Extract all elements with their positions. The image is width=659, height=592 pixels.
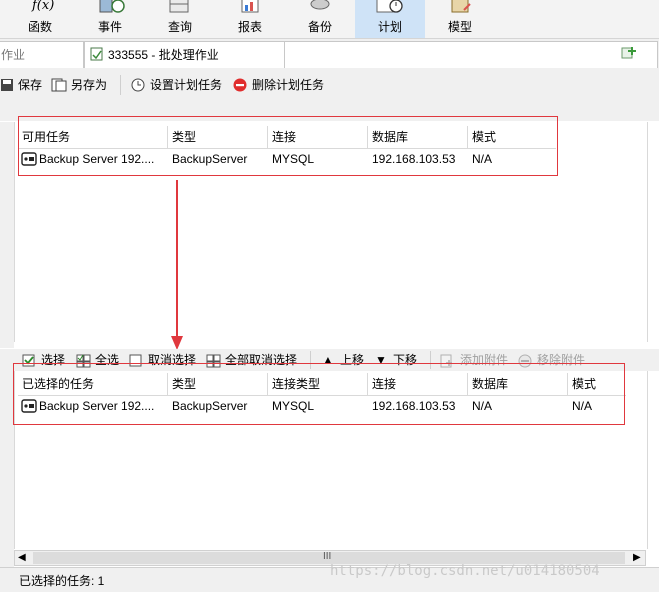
annotation-box-available (18, 116, 558, 176)
scroll-left-icon[interactable]: ◀ (18, 552, 26, 563)
left-gutter (0, 122, 14, 348)
save-label: 保存 (18, 78, 43, 92)
tab-job[interactable]: 作业 (0, 41, 84, 68)
ribbon-button-backup[interactable]: 备份 (290, 0, 350, 38)
ribbon-label: 函数 (27, 20, 52, 34)
ribbon-button-report[interactable]: 报表 (220, 0, 280, 38)
query-icon (150, 0, 210, 14)
report-icon (220, 0, 280, 14)
annotation-box-selected (13, 363, 625, 425)
ribbon-button-model[interactable]: 模型 (430, 0, 490, 38)
tab-batch-job[interactable]: 333555 - 批处理作业 (84, 41, 286, 68)
ribbon-button-schedule[interactable]: 计划 (355, 0, 425, 38)
delete-schedule-label: 删除计划任务 (252, 78, 325, 92)
toolbar: 保存 另存为 设置计划任务 删除计划任务 (0, 69, 659, 121)
ribbon-label: 备份 (307, 20, 332, 34)
save-as-label: 另存为 (71, 78, 108, 92)
ribbon-label: 计划 (377, 20, 402, 34)
left-gutter (0, 371, 14, 567)
tab-batch-job-label: 333555 - 批处理作业 (108, 48, 219, 62)
set-schedule-label: 设置计划任务 (150, 78, 223, 92)
event-icon (80, 0, 140, 14)
model-icon (430, 0, 490, 14)
new-tab-icon[interactable] (621, 45, 637, 64)
tab-empty-area (284, 41, 658, 68)
save-as-icon (51, 78, 67, 98)
delete-icon (233, 78, 247, 98)
ribbon-button-function[interactable]: f(x) 函数 (10, 0, 70, 38)
tab-job-label: 作业 (1, 48, 26, 62)
batch-job-icon (90, 47, 104, 64)
ribbon-label: 查询 (167, 20, 192, 34)
scroll-grip: III (323, 551, 332, 562)
status-bar: 已选择的任务: 1 https://blog.csdn.net/u0141805… (0, 563, 659, 592)
function-icon: f(x) (10, 0, 70, 14)
svg-text:f(x): f(x) (31, 0, 54, 13)
schedule-icon (355, 0, 425, 14)
ribbon-label: 报表 (237, 20, 262, 34)
annotation-arrow (171, 180, 183, 350)
scroll-right-icon[interactable]: ▶ (633, 552, 641, 563)
ribbon-label: 模型 (447, 20, 472, 34)
ribbon-label: 事件 (97, 20, 122, 34)
toolbar-separator (120, 75, 121, 95)
status-text: 已选择的任务: 1 (19, 574, 105, 588)
ribbon-button-event[interactable]: 事件 (80, 0, 140, 38)
backup-icon (290, 0, 350, 14)
ribbon-button-query[interactable]: 查询 (150, 0, 210, 38)
clock-icon (131, 78, 145, 98)
save-icon (0, 78, 14, 98)
watermark: https://blog.csdn.net/u014180504 (330, 563, 600, 579)
tab-bar: 作业 333555 - 批处理作业 (0, 38, 659, 70)
ribbon: f(x) 函数 事件 查询 报表 备份 计划 模型 (0, 0, 659, 38)
